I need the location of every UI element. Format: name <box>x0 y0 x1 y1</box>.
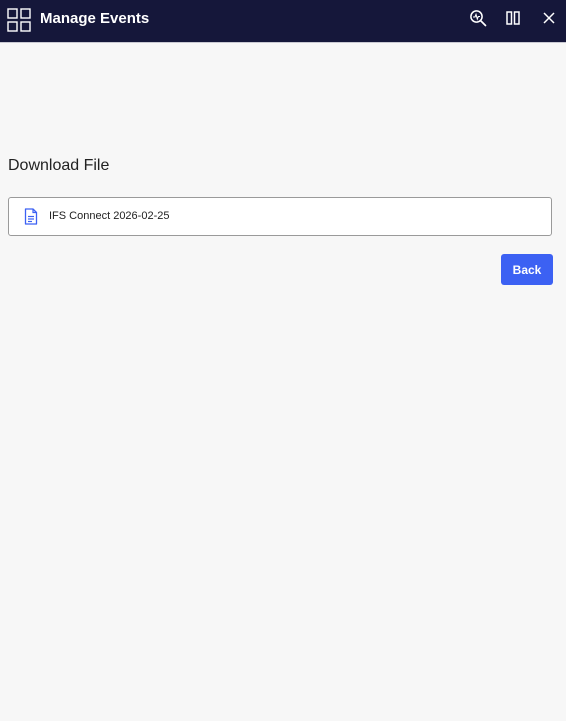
file-name: IFS Connect 2026-02-25 <box>49 210 170 222</box>
grid-apps-icon[interactable] <box>7 8 31 32</box>
title-bar: Manage Events <box>0 0 566 43</box>
close-icon[interactable] <box>540 9 558 27</box>
window-title: Manage Events <box>40 10 150 27</box>
zoom-inspect-icon[interactable] <box>469 9 487 27</box>
split-view-icon[interactable] <box>504 9 522 27</box>
file-list-item[interactable]: IFS Connect 2026-02-25 <box>8 197 552 236</box>
document-icon <box>24 208 38 225</box>
section-title: Download File <box>8 157 110 174</box>
back-button[interactable]: Back <box>501 254 553 285</box>
